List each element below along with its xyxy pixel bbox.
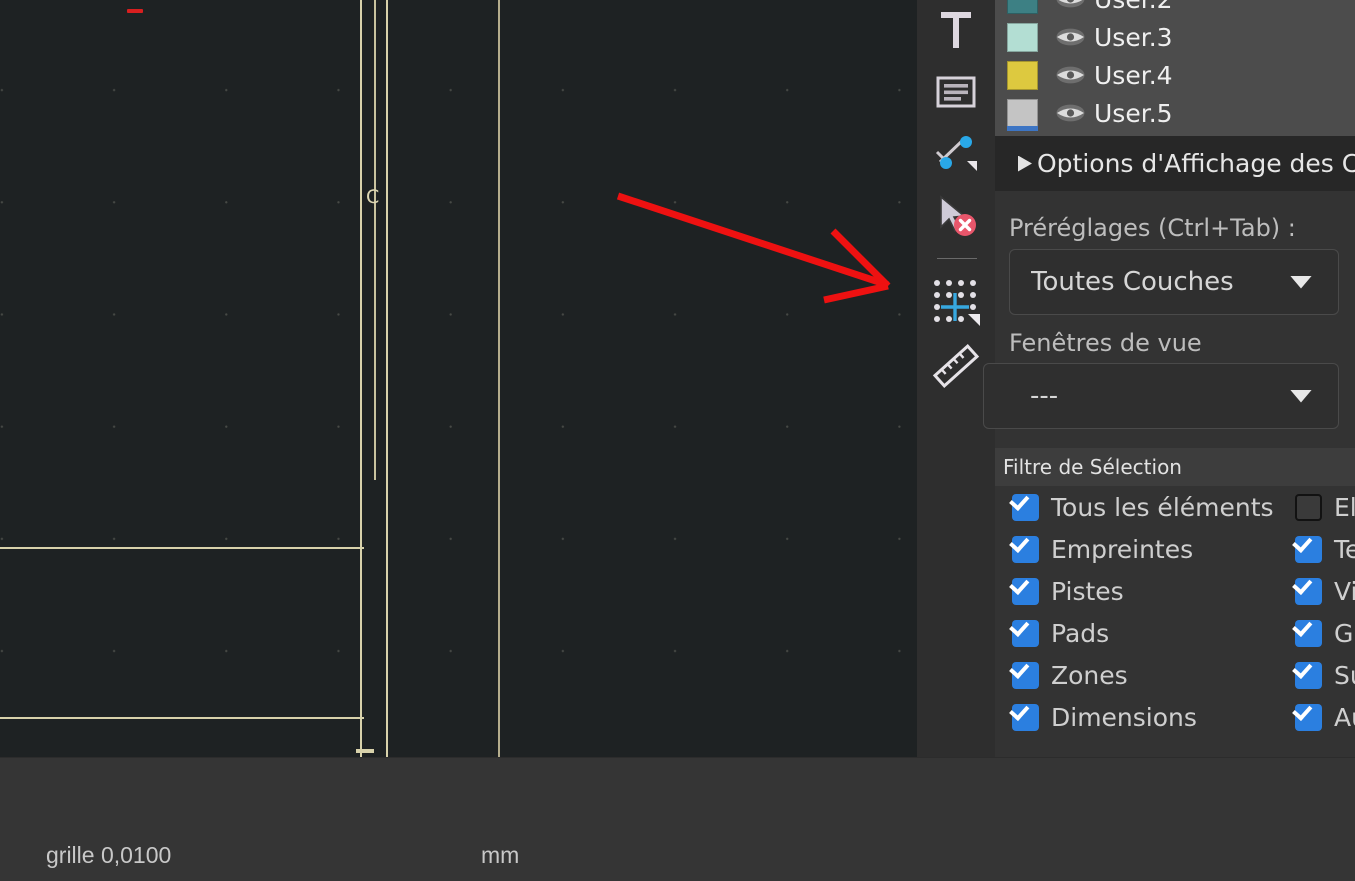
text-tool-icon	[932, 6, 980, 54]
dimension-tool-button[interactable]	[926, 124, 986, 184]
selection-filter-header: Filtre de Sélection	[995, 448, 1355, 486]
display-options-label: Options d'Affichage des C	[1037, 149, 1355, 178]
ruler-tool-button[interactable]	[926, 336, 986, 396]
eye-icon[interactable]	[1050, 0, 1090, 9]
filter-item-text[interactable]: Te	[1295, 528, 1355, 570]
checkbox[interactable]	[1012, 619, 1039, 647]
annotation-arrow-overlay	[616, 192, 891, 304]
filter-label: Dimensions	[1051, 702, 1197, 732]
checkbox[interactable]	[1295, 535, 1322, 563]
filter-item-all[interactable]: Tous les éléments	[1012, 486, 1274, 528]
filter-item-locked[interactable]: El	[1295, 486, 1355, 528]
layer-name-label: User.5	[1094, 98, 1173, 128]
grid-origin-button[interactable]	[926, 272, 986, 332]
layer-color-swatch[interactable]	[1007, 98, 1038, 128]
layer-row-user2[interactable]: User.2	[995, 0, 1355, 18]
filter-label: Su	[1334, 660, 1355, 690]
pcb-canvas[interactable]: C	[0, 0, 917, 757]
presets-dropdown[interactable]: Toutes Couches	[1009, 249, 1339, 315]
status-grid-value: grille 0,0100	[46, 842, 172, 868]
checkbox[interactable]	[1295, 619, 1322, 647]
textbox-tool-button[interactable]	[926, 62, 986, 122]
viewports-value: ---	[1030, 381, 1059, 411]
checkbox[interactable]	[1295, 493, 1322, 521]
checkbox[interactable]	[1012, 703, 1039, 731]
checkbox[interactable]	[1012, 535, 1039, 563]
chevron-down-icon[interactable]	[1290, 275, 1312, 289]
presets-label: Préréglages (Ctrl+Tab) :	[1009, 214, 1296, 242]
filter-label: El	[1334, 492, 1355, 522]
layer-name-label: User.4	[1094, 60, 1173, 90]
toolbar-separator	[937, 258, 977, 259]
layers-panel[interactable]: User.2 User.3 User.4	[995, 0, 1355, 136]
status-bar: grille 0,0100 mm	[0, 757, 1355, 881]
filter-label: Zones	[1051, 660, 1128, 690]
selection-filter-right-column: El Te Vi G Su	[1295, 486, 1355, 738]
layer-color-swatch[interactable]	[1007, 22, 1038, 52]
layer-name-label: User.2	[1094, 0, 1173, 14]
checkbox[interactable]	[1012, 661, 1039, 689]
filter-item-zones[interactable]: Zones	[1012, 654, 1274, 696]
selection-filter-title: Filtre de Sélection	[1003, 455, 1182, 479]
appearance-panel: Préréglages (Ctrl+Tab) : Toutes Couches …	[983, 191, 1355, 757]
eye-icon[interactable]	[1050, 65, 1090, 85]
filter-label: Tous les éléments	[1051, 492, 1274, 522]
checkbox[interactable]	[1295, 661, 1322, 689]
filter-label: Pads	[1051, 618, 1110, 648]
ruler-tool-icon	[931, 341, 981, 391]
filter-label: G	[1334, 618, 1354, 648]
filter-item-footprints[interactable]: Empreintes	[1012, 528, 1274, 570]
filter-item-pads[interactable]: Pads	[1012, 612, 1274, 654]
filter-item-dimensions[interactable]: Dimensions	[1012, 696, 1274, 738]
layer-row-user3[interactable]: User.3	[995, 18, 1355, 56]
dimension-tool-icon	[931, 129, 981, 179]
layer-color-swatch[interactable]	[1007, 60, 1038, 90]
delete-tool-button[interactable]	[926, 186, 986, 246]
filter-label: Au	[1334, 702, 1355, 732]
checkbox[interactable]	[1012, 493, 1039, 521]
viewports-dropdown[interactable]: ---	[983, 363, 1339, 429]
selection-filter-left-column: Tous les éléments Empreintes Pistes Pads…	[1012, 486, 1274, 738]
filter-item-vias[interactable]: Vi	[1295, 570, 1355, 612]
delete-tool-icon	[931, 191, 981, 241]
filter-item-other[interactable]: Au	[1295, 696, 1355, 738]
filter-label: Empreintes	[1051, 534, 1194, 564]
layer-row-user4[interactable]: User.4	[995, 56, 1355, 94]
filter-label: Vi	[1334, 576, 1355, 606]
status-unit-value: mm	[481, 842, 520, 868]
application-window: C User.3 User.4 User.5 Options d'Afficha…	[0, 0, 1355, 881]
layer-row-user5[interactable]: User.5	[995, 94, 1355, 132]
filter-label: Pistes	[1051, 576, 1124, 606]
filter-item-silkscreen[interactable]: Su	[1295, 654, 1355, 696]
filter-item-graphics[interactable]: G	[1295, 612, 1355, 654]
layer-name-label: User.3	[1094, 22, 1173, 52]
eye-icon[interactable]	[1050, 27, 1090, 47]
text-tool-button[interactable]	[926, 0, 986, 60]
presets-value: Toutes Couches	[1031, 267, 1234, 297]
checkbox[interactable]	[1012, 577, 1039, 605]
chevron-right-icon[interactable]	[1018, 155, 1032, 172]
display-options-collapsible[interactable]: Options d'Affichage des C	[995, 136, 1355, 191]
chevron-down-icon[interactable]	[1290, 389, 1312, 403]
eye-icon[interactable]	[1050, 103, 1090, 123]
viewports-label: Fenêtres de vue	[1009, 329, 1202, 357]
filter-label: Te	[1334, 534, 1355, 564]
layer-row-selected-indicator	[1007, 126, 1038, 131]
textbox-tool-icon	[933, 69, 979, 115]
grid-origin-icon	[930, 276, 982, 328]
filter-item-tracks[interactable]: Pistes	[1012, 570, 1274, 612]
checkbox[interactable]	[1295, 577, 1322, 605]
layer-color-swatch[interactable]	[1007, 0, 1038, 14]
selection-filter-body: Tous les éléments Empreintes Pistes Pads…	[995, 486, 1355, 757]
checkbox[interactable]	[1295, 703, 1322, 731]
